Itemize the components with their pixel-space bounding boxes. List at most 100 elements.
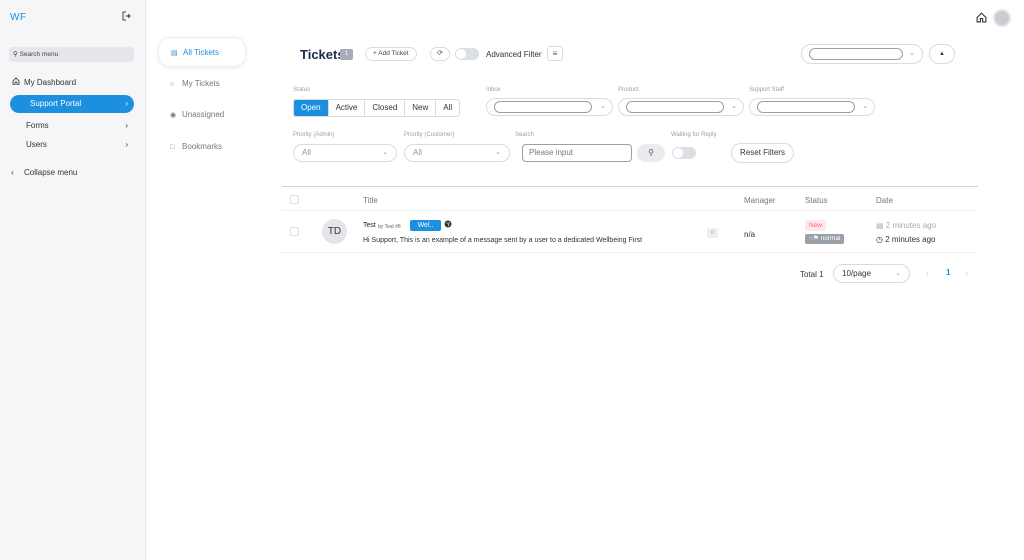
priority-admin-select[interactable]: All ⌄ (293, 144, 397, 162)
search-menu-label: Search menu (19, 51, 59, 58)
support-staff-label: Support Staff (749, 87, 784, 93)
search-icon: ⚲ (13, 51, 18, 58)
ticket-author: by Test #8 (378, 224, 401, 230)
column-header-date[interactable]: Date (876, 196, 893, 205)
chevron-right-icon: › (125, 99, 128, 108)
home-icon (10, 74, 24, 92)
page-size-value: 10/page (842, 269, 871, 278)
chat-icon: ▤ (876, 221, 884, 230)
inbox-select-input[interactable] (494, 101, 592, 113)
column-header-manager[interactable]: Manager (744, 196, 776, 205)
ticket-inbox-tag: Wel.. (410, 220, 441, 231)
tab-unassigned[interactable]: ◉ Unassigned (158, 100, 246, 130)
add-ticket-button[interactable]: + Add Ticket (365, 47, 417, 61)
reply-count-badge: 0 (707, 228, 718, 238)
sidebar-item-forms[interactable]: Forms › (10, 117, 134, 135)
filter-icon: ≡ (552, 49, 558, 58)
status-closed-button[interactable]: Closed (365, 100, 406, 116)
ticket-manager: n/a (744, 230, 756, 239)
refresh-button[interactable]: ⟳ (430, 47, 450, 61)
app-logo: WF (10, 12, 27, 23)
collapse-filters-button[interactable]: ▲ (929, 44, 955, 64)
page-number-button[interactable]: 1 (946, 268, 950, 277)
select-all-checkbox[interactable] (290, 195, 299, 204)
page-title: Tickets (300, 47, 345, 62)
status-active-button[interactable]: Active (329, 100, 366, 116)
search-menu-input[interactable]: ⚲ Search menu (9, 47, 134, 62)
row-divider (282, 210, 978, 211)
column-header-title[interactable]: Title (363, 196, 378, 205)
search-icon: ⚲ (648, 148, 654, 157)
list-icon: ▤ (171, 50, 178, 57)
priority-customer-select[interactable]: All ⌄ (404, 144, 510, 162)
waiting-for-reply-label: Waiting for Reply (671, 132, 717, 138)
priority-admin-value: All (302, 148, 311, 157)
chevron-down-icon: ⌄ (909, 50, 915, 57)
collapse-menu-button[interactable]: ‹ Collapse menu (10, 164, 134, 182)
advanced-filter-label: Advanced Filter (486, 50, 542, 59)
date-created: ◷ 2 minutes ago (876, 235, 935, 244)
top-right-select[interactable]: ⌄ (801, 44, 923, 64)
date-updated: ▤ 2 minutes ago (876, 221, 936, 230)
reset-filters-button[interactable]: Reset Filters (731, 143, 794, 163)
next-page-button[interactable]: › (965, 268, 968, 278)
table-divider (282, 186, 978, 187)
select-input[interactable] (809, 48, 903, 60)
status-filter-group: Open Active Closed New All (293, 99, 461, 117)
search-input[interactable]: Please input (522, 144, 632, 162)
product-select[interactable]: ⌄ (618, 98, 744, 116)
support-staff-select[interactable]: ⌄ (749, 98, 875, 116)
chevron-down-icon: ⌄ (382, 149, 388, 156)
priority-customer-value: All (413, 148, 422, 157)
row-divider (282, 252, 978, 253)
product-select-input[interactable] (626, 101, 724, 113)
priority-badge: ○⚑ normal (805, 234, 845, 244)
bookmark-icon: □ (170, 144, 175, 151)
page-size-select[interactable]: 10/page ⌄ (833, 264, 910, 283)
chevron-down-icon: ⌄ (862, 103, 868, 110)
chevron-down-icon: ⌄ (495, 149, 501, 156)
logout-icon[interactable] (122, 11, 132, 24)
chevron-left-icon: ‹ (11, 168, 14, 177)
date-created-value: 2 minutes ago (885, 235, 936, 244)
priority-label: normal (820, 235, 841, 242)
pagination-total: Total 1 (800, 270, 824, 279)
chevron-down-icon: ⌄ (600, 103, 606, 110)
caret-up-icon: ▲ (939, 51, 945, 57)
filter-settings-button[interactable]: ≡ (547, 46, 563, 61)
status-open-button[interactable]: Open (294, 100, 329, 116)
clock-icon: ◷ (876, 235, 883, 244)
flag-icon: ⚑ (812, 235, 819, 242)
row-checkbox[interactable] (290, 227, 299, 236)
sidebar-item-dashboard[interactable]: My Dashboard (10, 74, 134, 92)
chevron-right-icon: › (125, 140, 128, 149)
advanced-filter-toggle[interactable] (455, 48, 479, 60)
column-header-status[interactable]: Status (805, 196, 828, 205)
avatar: TD (322, 219, 347, 244)
sidebar-item-users[interactable]: Users › (10, 136, 134, 154)
tab-my-tickets[interactable]: ○ My Tickets (158, 69, 246, 99)
ticket-message-preview: Hi Support, This is an example of a mess… (363, 237, 643, 244)
chevron-down-icon: ⌄ (895, 270, 901, 277)
home-icon[interactable] (976, 12, 987, 26)
sidebar: WF ⚲ Search menu My Dashboard Support Po… (0, 0, 146, 560)
status-all-button[interactable]: All (436, 100, 459, 116)
sidebar-item-support-portal[interactable]: Support Portal › (10, 95, 134, 113)
inbox-select[interactable]: ⌄ (486, 98, 613, 116)
status-new-button[interactable]: New (405, 100, 437, 116)
search-button[interactable]: ⚲ (637, 144, 665, 162)
waiting-for-reply-toggle[interactable] (672, 147, 696, 159)
chevron-right-icon: › (125, 121, 128, 130)
status-label: Status (293, 87, 311, 93)
sidebar-item-label: Forms (26, 121, 49, 130)
support-staff-select-input[interactable] (757, 101, 855, 113)
prev-page-button[interactable]: ‹ (926, 268, 929, 278)
tab-label: Bookmarks (182, 142, 223, 151)
sidebar-item-label: Support Portal (30, 99, 82, 108)
ticket-title[interactable]: Test (363, 222, 376, 229)
tab-label: All Tickets (183, 48, 220, 57)
tab-all-tickets[interactable]: ▤ All Tickets (158, 37, 246, 67)
avatar[interactable] (993, 9, 1011, 27)
tab-bookmarks[interactable]: □ Bookmarks (158, 132, 246, 162)
inbox-label: Inbox (486, 87, 501, 93)
